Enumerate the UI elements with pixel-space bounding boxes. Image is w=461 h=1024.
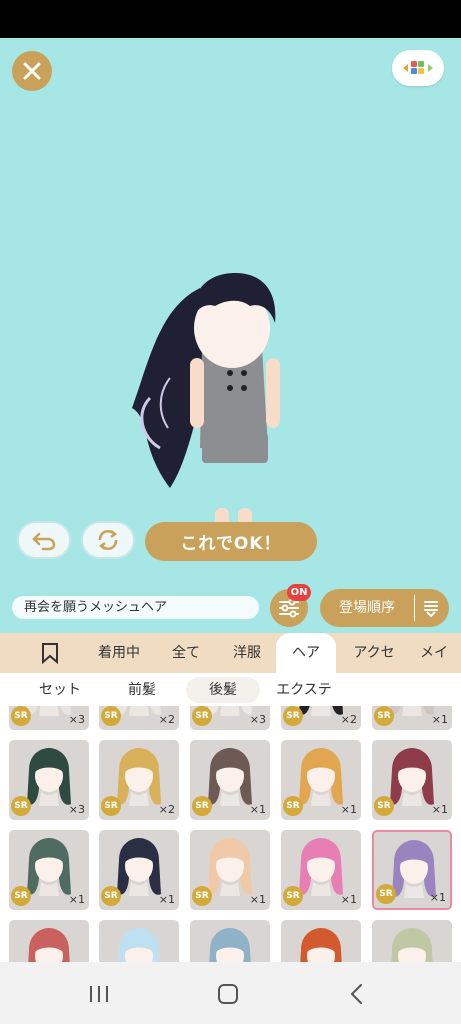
rarity-badge: SR [283,706,303,726]
bookmark-icon [42,643,58,665]
rarity-badge: SR [101,706,121,726]
item-cell[interactable]: SR ×3 [9,740,89,820]
subtab-bangs[interactable]: 前髪 [112,677,172,703]
item-cell[interactable]: SR ×1 [99,830,179,910]
item-cell[interactable]: SR ×2 [281,706,361,730]
subtab-back-hair[interactable]: 後髪 [186,677,260,703]
rarity-badge: SR [374,796,394,816]
item-quantity: ×3 [249,713,266,726]
hair-thumbnail [209,928,251,962]
item-cell[interactable] [9,920,89,962]
item-quantity: ×1 [340,893,357,906]
item-quantity: ×2 [340,713,357,726]
item-cell[interactable]: SR ×3 [190,706,270,730]
subtab-set[interactable]: セット [22,677,98,703]
item-quantity: ×1 [431,713,448,726]
sort-label: 登場順序 [339,600,395,616]
item-quantity: ×2 [158,803,175,816]
item-name-field: 再会を願うメッシュヘア [12,596,259,619]
back-button[interactable] [340,979,374,1009]
random-button[interactable] [81,521,135,559]
rarity-badge: SR [11,706,31,726]
hair-thumbnail [118,928,160,962]
item-quantity: ×2 [158,713,175,726]
rarity-badge: SR [376,884,396,904]
item-cell[interactable]: SR ×1 [372,830,452,910]
item-quantity: ×1 [431,803,448,816]
undo-icon [32,532,56,551]
tab-wearing[interactable]: 着用中 [88,633,150,673]
item-cell[interactable]: SR ×3 [9,706,89,730]
item-cell[interactable] [99,920,179,962]
item-quantity: ×3 [68,803,85,816]
sliders-icon [279,598,299,618]
sort-divider [414,595,415,621]
item-cell[interactable]: SR ×1 [190,830,270,910]
item-cell[interactable]: SR ×1 [372,706,452,730]
item-cell[interactable]: SR ×1 [281,740,361,820]
rarity-badge: SR [11,886,31,906]
rarity-badge: SR [192,796,212,816]
item-quantity: ×1 [249,893,266,906]
rarity-badge: SR [283,886,303,906]
rarity-badge: SR [283,796,303,816]
item-quantity: ×1 [340,803,357,816]
home-icon [218,984,238,1004]
rarity-badge: SR [192,886,212,906]
item-cell[interactable]: SR ×1 [190,740,270,820]
avatar-figure [132,273,280,556]
tab-all[interactable]: 全て [162,633,210,673]
hair-thumbnail [28,928,70,962]
item-quantity: ×1 [68,893,85,906]
tab-clothes[interactable]: 洋服 [223,633,271,673]
rarity-badge: SR [192,706,212,726]
recent-apps-icon [90,986,108,1002]
rarity-badge: SR [101,796,121,816]
item-cell[interactable]: SR ×1 [9,830,89,910]
refresh-icon [98,530,118,550]
hair-thumbnail [391,928,433,962]
palette-button[interactable] [392,50,444,86]
confirm-button[interactable]: これでOK！ [145,522,317,561]
sort-order-icon[interactable] [421,598,441,618]
tab-hair[interactable]: ヘア [276,633,336,673]
status-bar [0,0,461,38]
home-button[interactable] [211,979,245,1009]
rarity-badge: SR [101,886,121,906]
item-quantity: ×3 [68,713,85,726]
subtab-extensions[interactable]: エクステ [268,677,340,703]
close-icon [23,62,41,80]
item-cell[interactable]: SR ×2 [99,706,179,730]
item-cell[interactable] [281,920,361,962]
item-cell[interactable] [190,920,270,962]
rarity-badge: SR [374,706,394,726]
item-cell[interactable]: SR ×1 [372,740,452,820]
palette-icon [403,61,433,74]
tab-favorites[interactable] [32,633,68,673]
hair-thumbnail [300,928,342,962]
system-nav-bar [0,962,461,1024]
item-cell[interactable]: SR ×1 [281,830,361,910]
close-button[interactable] [12,51,52,91]
recent-apps-button[interactable] [82,979,116,1009]
tab-accessories[interactable]: アクセ [344,633,404,673]
back-icon [350,984,362,1004]
filter-on-badge: ON [287,584,311,601]
avatar-stage: これでOK！ [0,38,461,581]
subcategory-tabs: セット 前髪 後髪 エクステ [0,673,461,706]
rarity-badge: SR [11,796,31,816]
tab-makeup[interactable]: メイク [420,633,461,673]
item-quantity: ×1 [158,893,175,906]
category-tabs: 着用中 全て 洋服 ヘア アクセ メイク [0,633,461,673]
sort-button[interactable]: 登場順序 [320,589,449,627]
item-grid: SR ×3 SR ×2 SR ×3 SR ×2 SR ×1 SR ×3 SR ×2 SR ×1 SR ×1 SR ×1… [0,706,461,962]
item-cell[interactable] [372,920,452,962]
controls-bar: 再会を願うメッシュヘア ON 登場順序 [0,581,461,633]
undo-button[interactable] [17,521,71,559]
item-cell[interactable]: SR ×2 [99,740,179,820]
item-quantity: ×1 [429,891,446,904]
item-quantity: ×1 [249,803,266,816]
